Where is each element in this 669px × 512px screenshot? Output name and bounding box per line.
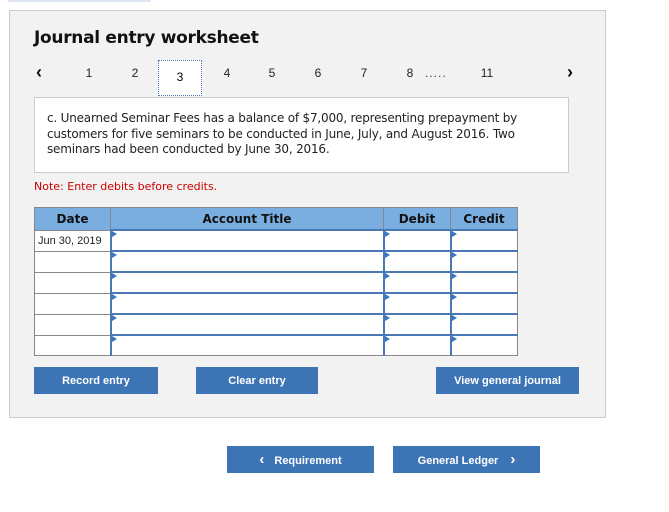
header-account-title: Account Title [110,207,384,231]
note-text: Note: Enter debits before credits. [34,180,218,193]
page-3-active[interactable]: 3 [158,60,202,96]
requirement-label: Requirement [274,455,342,467]
prev-page-icon[interactable]: ‹ [36,62,42,83]
table-row [34,271,518,294]
date-cell: Jun 30, 2019 [34,229,111,252]
credit-input[interactable] [449,334,518,356]
page-8[interactable]: 8 [400,66,420,80]
page-4[interactable]: 4 [217,66,237,80]
credit-input[interactable] [449,250,518,273]
debit-input[interactable] [382,229,451,252]
date-cell[interactable] [34,334,111,356]
credit-input[interactable] [449,292,518,315]
question-text: c. Unearned Seminar Fees has a balance o… [34,97,569,173]
account-title-input[interactable] [109,250,384,273]
clear-entry-button[interactable]: Clear entry [196,367,318,394]
page-6[interactable]: 6 [308,66,328,80]
table-row [34,292,518,315]
table-row: Jun 30, 2019 [34,229,518,252]
page-title: Journal entry worksheet [34,28,259,48]
date-cell[interactable] [34,292,111,315]
record-entry-button[interactable]: Record entry [34,367,158,394]
pagination-ellipsis: ..... [425,66,447,80]
header-credit: Credit [450,207,518,231]
requirement-button[interactable]: ‹ Requirement [227,446,374,473]
account-title-input[interactable] [109,292,384,315]
debit-input[interactable] [382,292,451,315]
header-date: Date [34,207,111,231]
account-title-input[interactable] [109,334,384,356]
table-row [34,250,518,273]
general-ledger-label: General Ledger [417,455,499,467]
date-cell[interactable] [34,250,111,273]
debit-input[interactable] [382,271,451,294]
account-title-input[interactable] [109,229,384,252]
chevron-left-icon: ‹ [259,451,265,468]
credit-input[interactable] [449,271,518,294]
date-cell[interactable] [34,313,111,336]
page-7[interactable]: 7 [354,66,374,80]
date-cell[interactable] [34,271,111,294]
table-row [34,313,518,336]
general-ledger-button[interactable]: General Ledger › [393,446,540,473]
credit-input[interactable] [449,313,518,336]
account-title-input[interactable] [109,271,384,294]
top-strip [8,0,151,2]
header-debit: Debit [383,207,451,231]
next-page-icon[interactable]: › [567,62,573,83]
credit-input[interactable] [449,229,518,252]
view-general-journal-button[interactable]: View general journal [436,367,579,394]
debit-input[interactable] [382,250,451,273]
account-title-input[interactable] [109,313,384,336]
page-2[interactable]: 2 [125,66,145,80]
journal-table: Date Account Title Debit Credit Jun 30, … [34,207,518,356]
chevron-right-icon: › [510,451,516,468]
table-row [34,334,518,356]
page-1[interactable]: 1 [79,66,99,80]
debit-input[interactable] [382,313,451,336]
debit-input[interactable] [382,334,451,356]
page-11[interactable]: 11 [477,66,497,80]
page-5[interactable]: 5 [262,66,282,80]
